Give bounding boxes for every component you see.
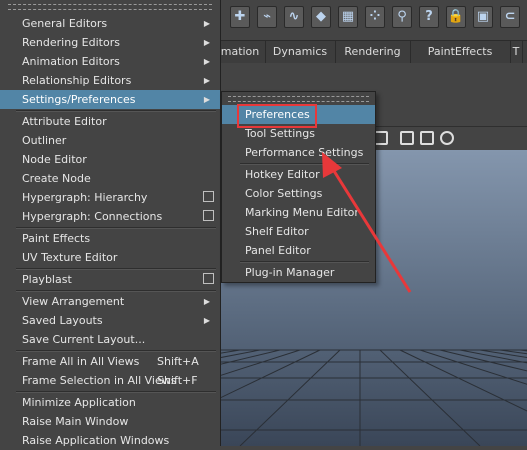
curve-icon[interactable]: ⌁ [257, 6, 277, 28]
submenu-item-panel-editor[interactable]: Panel Editor [222, 241, 375, 260]
menu-item-rendering-editors[interactable]: Rendering Editors ▶ [0, 33, 220, 52]
grid-line [439, 349, 527, 372]
menu-item-label: Saved Layouts [22, 314, 103, 327]
camera-icon[interactable] [374, 131, 388, 145]
menu-item-label: Frame All in All Views [22, 355, 140, 368]
tab-1[interactable]: Dynamics [265, 41, 336, 63]
menu-item-attribute-editor[interactable]: Attribute Editor [0, 112, 220, 131]
submenu-item-hotkey-editor[interactable]: Hotkey Editor [222, 165, 375, 184]
menu-item-label: Relationship Editors [22, 74, 132, 87]
submenu-arrow-icon: ▶ [203, 95, 210, 104]
menu-item-paint-effects[interactable]: Paint Effects [0, 229, 220, 248]
submenu-arrow-icon: ▶ [203, 316, 210, 325]
grid-line [499, 349, 527, 355]
menu-item-outliner[interactable]: Outliner [0, 131, 220, 150]
tab-4[interactable]: T [510, 41, 523, 63]
menu-item-general-editors[interactable]: General Editors ▶ [0, 14, 220, 33]
menu-item-raise-application-windows[interactable]: Raise Application Windows [0, 431, 220, 450]
submenu-arrow-icon: ▶ [203, 297, 210, 306]
menu-item-minimize-application[interactable]: Minimize Application [0, 393, 220, 412]
submenu-item-plug-in-manager[interactable]: Plug-in Manager [222, 263, 375, 282]
menu-item-label: Save Current Layout... [22, 333, 146, 346]
layout-icon[interactable] [420, 131, 434, 145]
menu-item-label: UV Texture Editor [22, 251, 118, 264]
menu-item-view-arrangement[interactable]: View Arrangement ▶ [0, 292, 220, 311]
lock-icon[interactable]: 🔒 [446, 6, 466, 28]
grid-line [459, 349, 527, 364]
shelf-tabs: mation Dynamics Rendering PaintEffects T [220, 40, 527, 64]
snap-grid-icon[interactable]: ▦ [338, 6, 358, 28]
submenu-item-color-settings[interactable]: Color Settings [222, 184, 375, 203]
menu-item-label: General Editors [22, 17, 108, 30]
option-box-icon[interactable] [203, 191, 214, 202]
menu-item-frame-all-in-all-views[interactable]: Frame All in All Views Shift+A [0, 352, 220, 371]
render-icon[interactable]: ▣ [473, 6, 493, 28]
grid-line [220, 349, 281, 365]
menu-item-label: Create Node [22, 172, 91, 185]
cube-icon[interactable] [400, 131, 414, 145]
menu-item-frame-selection-in-all-views[interactable]: Frame Selection in All Views Shift+F [0, 371, 220, 390]
tab-2[interactable]: Rendering [335, 41, 411, 63]
menu-item-label: Rendering Editors [22, 36, 120, 49]
menu-item-label: Animation Editors [22, 55, 120, 68]
menu-item-settings-preferences[interactable]: Settings/Preferences ▶ [0, 90, 220, 109]
menu-item-shortcut: Shift+F [157, 374, 198, 387]
menu-item-label: Hypergraph: Hierarchy [22, 191, 148, 204]
menu-item-label: Raise Application Windows [22, 434, 170, 447]
menu-item-label: Playblast [22, 273, 72, 286]
menu-item-saved-layouts[interactable]: Saved Layouts ▶ [0, 311, 220, 330]
submenu-item-performance-settings[interactable]: Performance Settings [222, 143, 375, 162]
menu-item-shortcut: Shift+A [157, 355, 199, 368]
tab-0[interactable]: mation [215, 41, 266, 63]
status-toolbar: ✚ ⌁ ∿ ◆ ▦ ⁘ ⚲? 🔒 ▣ ⊂ [220, 0, 527, 38]
submenu-arrow-icon: ▶ [203, 57, 210, 66]
grid-line [479, 349, 527, 359]
grid-line [419, 349, 527, 385]
grid-line [220, 349, 241, 354]
menu-item-relationship-editors[interactable]: Relationship Editors ▶ [0, 71, 220, 90]
menu-item-create-node[interactable]: Create Node [0, 169, 220, 188]
share-icon[interactable] [440, 131, 454, 145]
menu-item-hypergraph-hierarchy[interactable]: Hypergraph: Hierarchy [0, 188, 220, 207]
submenu-item-shelf-editor[interactable]: Shelf Editor [222, 222, 375, 241]
menu-item-label: Paint Effects [22, 232, 91, 245]
grid-line [519, 349, 527, 352]
submenu-arrow-icon: ▶ [203, 19, 210, 28]
magnet-icon[interactable]: ⊂ [500, 6, 520, 28]
submenu-item-marking-menu-editor[interactable]: Marking Menu Editor [222, 203, 375, 222]
snap-curve-icon[interactable]: ∿ [284, 6, 304, 28]
move-icon[interactable]: ✚ [230, 6, 250, 28]
menu-item-label: Attribute Editor [22, 115, 107, 128]
menu-item-playblast[interactable]: Playblast [0, 270, 220, 289]
snap-points-icon[interactable]: ⁘ [365, 6, 385, 28]
menu-item-label: Outliner [22, 134, 67, 147]
tab-3[interactable]: PaintEffects [410, 41, 511, 63]
menu-item-label: Frame Selection in All Views [22, 374, 177, 387]
submenu-arrow-icon: ▶ [203, 76, 210, 85]
snap-plane-icon[interactable]: ◆ [311, 6, 331, 28]
menu-item-animation-editors[interactable]: Animation Editors ▶ [0, 52, 220, 71]
menu-item-node-editor[interactable]: Node Editor [0, 150, 220, 169]
menu-item-hypergraph-connections[interactable]: Hypergraph: Connections [0, 207, 220, 226]
submenu-tear-off[interactable] [228, 96, 369, 102]
menu-item-label: Settings/Preferences [22, 93, 136, 106]
menu-tear-off[interactable] [8, 4, 212, 10]
snap-live-icon[interactable]: ⚲ [392, 6, 412, 28]
menu-item-label: Node Editor [22, 153, 87, 166]
windows-menu: General Editors ▶ Rendering Editors ▶ Animat… [0, 0, 221, 447]
menu-item-label: View Arrangement [22, 295, 125, 308]
menu-item-label: Hypergraph: Connections [22, 210, 163, 223]
option-box-icon[interactable] [203, 273, 214, 284]
grid-line [220, 349, 301, 377]
menu-item-save-current-layout[interactable]: Save Current Layout... [0, 330, 220, 349]
menu-item-raise-main-window[interactable]: Raise Main Window [0, 412, 220, 431]
option-box-icon[interactable] [203, 210, 214, 221]
menu-item-uv-texture-editor[interactable]: UV Texture Editor [0, 248, 220, 267]
menu-item-label: Minimize Application [22, 396, 136, 409]
submenu-arrow-icon: ▶ [203, 38, 210, 47]
grid-line [220, 349, 321, 399]
help-icon[interactable]: ? [419, 6, 439, 28]
menu-item-label: Raise Main Window [22, 415, 129, 428]
annotation-highlight-box [237, 104, 317, 128]
